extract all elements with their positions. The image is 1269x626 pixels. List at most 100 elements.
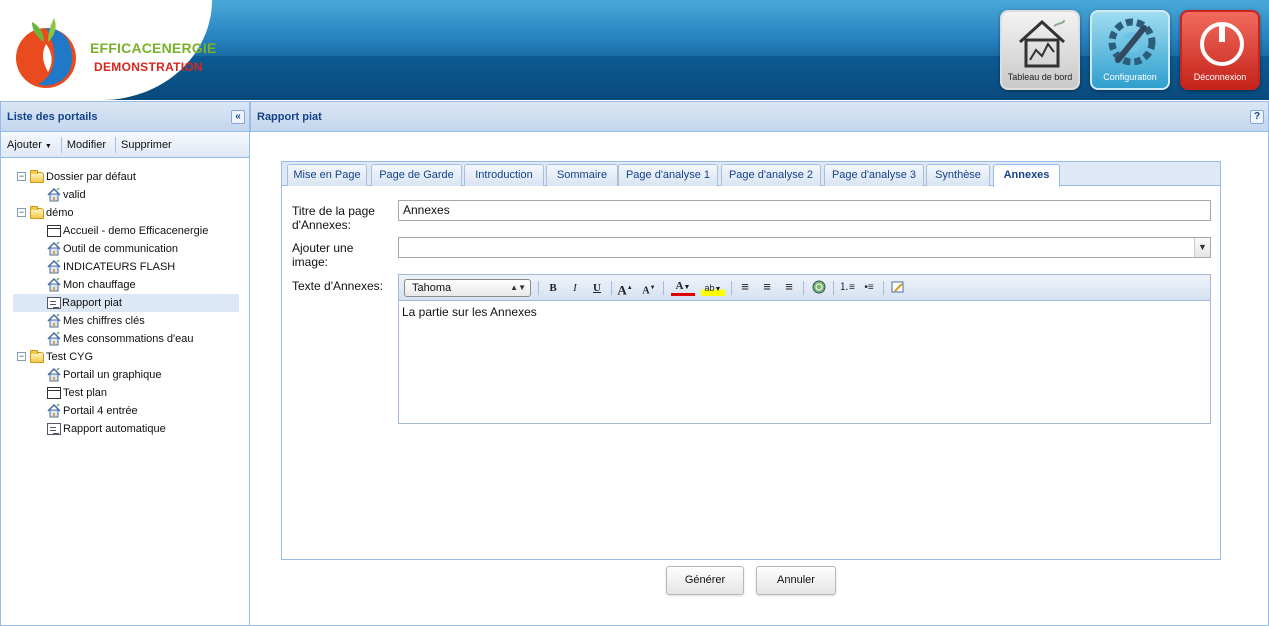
- logout-label: Déconnexion: [1193, 72, 1247, 82]
- delete-button[interactable]: Supprimer: [119, 139, 178, 151]
- tree-node[interactable]: Rapport automatique: [1, 420, 249, 438]
- tab-page-d-analyse-1[interactable]: Page d'analyse 1: [618, 164, 718, 186]
- configuration-button[interactable]: Configuration: [1090, 10, 1170, 90]
- tree-node[interactable]: − démo: [1, 204, 249, 222]
- insert-link-icon[interactable]: [811, 280, 827, 296]
- collapse-toggle-icon[interactable]: −: [17, 352, 26, 361]
- align-center-icon[interactable]: ≡: [759, 280, 775, 296]
- portal-list-panel: Liste des portails « Ajouter ▼ Modifier …: [0, 101, 250, 626]
- tree-node-label: INDICATEURS FLASH: [63, 261, 176, 273]
- annex-text-label: Texte d'Annexes:: [292, 279, 384, 293]
- logo-flame-icon: [16, 18, 76, 88]
- tab-page-d-analyse-2[interactable]: Page d'analyse 2: [721, 164, 821, 186]
- toolbar-separator: [731, 281, 732, 295]
- dashboard-label: Tableau de bord: [1007, 72, 1073, 82]
- tree-node[interactable]: − Dossier par défaut: [1, 168, 249, 186]
- folder-icon: [30, 350, 44, 363]
- font-color-icon[interactable]: A▼: [671, 280, 695, 296]
- dashboard-button[interactable]: Tableau de bord: [1000, 10, 1080, 90]
- underline-icon[interactable]: U: [589, 280, 605, 296]
- tree-node[interactable]: Rapport piat: [13, 294, 239, 312]
- increase-font-icon[interactable]: A▲: [617, 280, 633, 297]
- tree-node-label: valid: [63, 189, 86, 201]
- ordered-list-icon[interactable]: ⒈≡: [839, 280, 855, 296]
- page-title-input[interactable]: Annexes: [398, 200, 1211, 221]
- source-edit-icon[interactable]: [890, 280, 906, 296]
- collapse-toggle-icon[interactable]: −: [17, 172, 26, 181]
- tab-annexes[interactable]: Annexes: [993, 164, 1060, 187]
- house-icon: [47, 313, 61, 328]
- toolbar-separator: [883, 281, 884, 295]
- tree-node-label: démo: [46, 207, 74, 219]
- tab-mise-en-page[interactable]: Mise en Page: [287, 164, 367, 186]
- tab-synth-se[interactable]: Synthèse: [926, 164, 990, 186]
- decrease-font-icon[interactable]: A▼: [641, 280, 657, 296]
- add-image-select[interactable]: ▼: [398, 237, 1211, 258]
- tree-node[interactable]: INDICATEURS FLASH: [1, 258, 249, 276]
- select-arrows-icon: ▲▼: [510, 283, 526, 292]
- tab-sommaire[interactable]: Sommaire: [546, 164, 618, 186]
- generate-button[interactable]: Générer: [666, 566, 744, 595]
- tab-page-de-garde[interactable]: Page de Garde: [371, 164, 462, 186]
- add-image-label: Ajouter une image:: [292, 241, 354, 269]
- logout-button[interactable]: Déconnexion: [1180, 10, 1260, 90]
- chevron-down-icon: ▼: [44, 142, 52, 150]
- tree-node[interactable]: Test plan: [1, 384, 249, 402]
- portal-tree: − Dossier par défaut valid − démo Accueil - d…: [1, 158, 249, 438]
- house-icon: [47, 367, 61, 382]
- font-family-select[interactable]: Tahoma ▲▼: [404, 279, 531, 297]
- tree-node-label: Portail 4 entrée: [63, 405, 138, 417]
- help-button[interactable]: ?: [1250, 110, 1264, 124]
- tree-node-label: Mes chiffres clés: [63, 315, 145, 327]
- logo-text-brand: EFFICACENERGIE: [90, 40, 217, 56]
- cancel-button[interactable]: Annuler: [756, 566, 836, 595]
- app-header: EFFICACENERGIE DEMONSTRATION Tableau de …: [0, 0, 1269, 100]
- portal-list-header: Liste des portails «: [1, 102, 249, 132]
- tab-introduction[interactable]: Introduction: [464, 164, 544, 186]
- report-title: Rapport piat: [257, 111, 322, 123]
- tree-node-label: Rapport piat: [62, 297, 122, 309]
- unordered-list-icon[interactable]: •≡: [861, 280, 877, 296]
- page-icon: [47, 225, 61, 237]
- house-icon: [47, 277, 61, 292]
- tree-node-label: Dossier par défaut: [46, 171, 136, 183]
- modify-button[interactable]: Modifier: [65, 139, 112, 151]
- collapse-panel-button[interactable]: «: [231, 110, 245, 124]
- tree-node[interactable]: Accueil - demo Efficacenergie: [1, 222, 249, 240]
- report-icon: [47, 423, 61, 435]
- highlight-color-icon[interactable]: ab▼: [701, 280, 725, 296]
- align-left-icon[interactable]: ≡: [737, 280, 753, 296]
- tree-node[interactable]: Portail 4 entrée: [1, 402, 249, 420]
- power-icon: [1200, 22, 1244, 66]
- bold-icon[interactable]: B: [545, 280, 561, 296]
- tree-node[interactable]: Mes chiffres clés: [1, 312, 249, 330]
- add-button[interactable]: Ajouter ▼: [5, 139, 58, 151]
- page-icon: [47, 387, 61, 399]
- tree-node-label: Accueil - demo Efficacenergie: [63, 225, 209, 237]
- tree-node[interactable]: − Test CYG: [1, 348, 249, 366]
- portal-toolbar: Ajouter ▼ Modifier Supprimer: [1, 132, 249, 158]
- tree-node[interactable]: Mes consommations d'eau: [1, 330, 249, 348]
- editor-content[interactable]: La partie sur les Annexes: [399, 301, 1210, 323]
- tree-node[interactable]: Portail un graphique: [1, 366, 249, 384]
- tree-node[interactable]: valid: [1, 186, 249, 204]
- folder-icon: [30, 206, 44, 219]
- tab-page-d-analyse-3[interactable]: Page d'analyse 3: [824, 164, 924, 186]
- tree-node[interactable]: Mon chauffage: [1, 276, 249, 294]
- rich-text-editor: Tahoma▲▼ B I U A▲ A▼ A▼ ab▼ ≡ ≡ ≡ ⒈≡ •≡: [398, 274, 1211, 424]
- house-icon: [47, 187, 61, 202]
- tree-node-label: Mes consommations d'eau: [63, 333, 194, 345]
- toolbar-separator: [538, 281, 539, 295]
- page-title-label: Titre de la page d'Annexes:: [292, 204, 375, 232]
- toolbar-separator: [803, 281, 804, 295]
- chevron-down-icon[interactable]: ▼: [1194, 238, 1210, 257]
- tab-strip: Mise en Page Page de Garde Introduction Som…: [282, 162, 1220, 187]
- report-tabs: Mise en Page Page de Garde Introduction Som…: [281, 161, 1221, 560]
- italic-icon[interactable]: I: [567, 280, 583, 296]
- toolbar-separator: [60, 136, 62, 153]
- tree-node-label: Rapport automatique: [63, 423, 166, 435]
- toolbar-separator: [611, 281, 612, 295]
- align-right-icon[interactable]: ≡: [781, 280, 797, 296]
- collapse-toggle-icon[interactable]: −: [17, 208, 26, 217]
- tree-node[interactable]: Outil de communication: [1, 240, 249, 258]
